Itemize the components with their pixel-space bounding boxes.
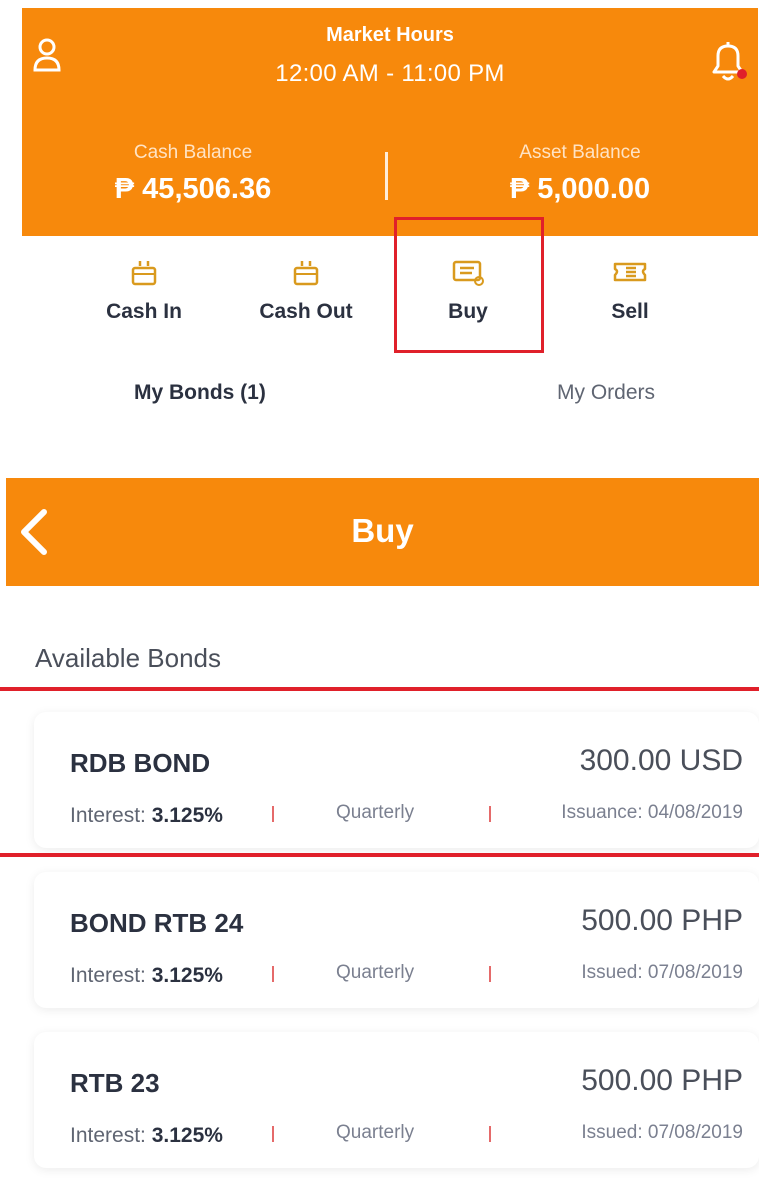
bond-frequency: Quarterly [336, 962, 415, 983]
bond-interest: Interest: 3.125% [70, 1124, 223, 1147]
bond-date: Issuance: 04/08/2019 [561, 802, 743, 823]
highlight-line-top [0, 687, 759, 691]
bond-card-rtb24[interactable]: BOND RTB 24 500.00 PHP Interest: 3.125% … [34, 872, 759, 1008]
separator [489, 966, 491, 982]
page-title: Buy [351, 512, 414, 549]
buy-highlight-box [394, 217, 544, 353]
tab-my-orders[interactable]: My Orders [557, 381, 655, 405]
top-header: Market Hours 12:00 AM - 11:00 PM Cash Ba… [22, 8, 758, 236]
highlight-line-bottom [0, 853, 759, 857]
bond-interest: Interest: 3.125% [70, 804, 223, 827]
sell-button[interactable]: Sell [560, 258, 700, 338]
cash-in-label: Cash In [106, 300, 182, 323]
wallet-in-icon [131, 261, 157, 286]
bond-date: Issued: 07/08/2019 [581, 962, 743, 983]
cash-balance-value: ₱ 45,506.36 [114, 173, 272, 205]
asset-balance-value: ₱ 5,000.00 [509, 173, 651, 205]
wallet-out-icon [293, 261, 319, 286]
ticket-icon [613, 262, 647, 282]
bond-price: 500.00 PHP [581, 1064, 743, 1097]
tab-my-bonds[interactable]: My Bonds (1) [134, 381, 266, 405]
separator [489, 806, 491, 822]
buy-header: Buy [6, 478, 759, 586]
balance-divider [385, 152, 388, 200]
cash-balance-label: Cash Balance [133, 142, 253, 163]
separator [489, 1126, 491, 1142]
separator [272, 806, 274, 822]
bond-date: Issued: 07/08/2019 [581, 1122, 743, 1143]
bond-frequency: Quarterly [336, 802, 415, 823]
asset-balance-label: Asset Balance [519, 142, 641, 163]
sell-label: Sell [611, 300, 649, 323]
bond-interest: Interest: 3.125% [70, 964, 223, 987]
available-bonds-title: Available Bonds [35, 643, 221, 673]
cash-in-button[interactable]: Cash In [74, 258, 214, 338]
bond-card-rdb[interactable]: RDB BOND 300.00 USD Interest: 3.125% Qua… [34, 712, 759, 848]
bond-name: RTB 23 [70, 1068, 160, 1098]
bond-frequency: Quarterly [336, 1122, 415, 1143]
bond-card-rtb23[interactable]: RTB 23 500.00 PHP Interest: 3.125% Quart… [34, 1032, 759, 1168]
separator [272, 1126, 274, 1142]
cash-out-button[interactable]: Cash Out [236, 258, 376, 338]
bond-name: BOND RTB 24 [70, 908, 244, 938]
bond-price: 300.00 USD [579, 744, 743, 777]
separator [272, 966, 274, 982]
bond-name: RDB BOND [70, 748, 211, 778]
market-hours-time: 12:00 AM - 11:00 PM [275, 60, 505, 87]
notification-dot [737, 69, 747, 79]
market-hours-title: Market Hours [326, 24, 454, 46]
bond-price: 500.00 PHP [581, 904, 743, 937]
cash-out-label: Cash Out [259, 300, 353, 323]
bell-icon[interactable] [708, 40, 748, 84]
